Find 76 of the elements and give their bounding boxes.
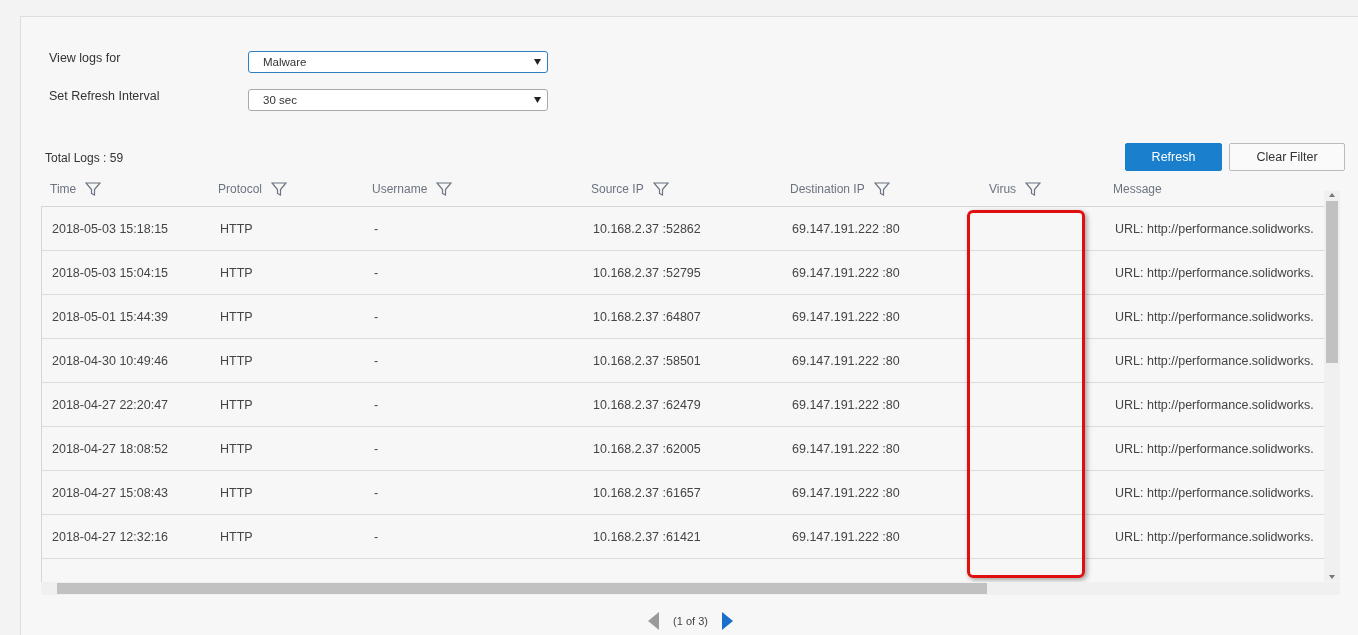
previous-page-icon[interactable] — [648, 612, 660, 630]
table-cell: 2018-05-01 15:44:39 — [52, 309, 169, 324]
table-cell: 10.168.2.37 :58501 — [593, 353, 701, 368]
table-cell: HTTP — [220, 529, 253, 544]
table-cell: 2018-04-27 18:08:52 — [52, 441, 169, 456]
horizontal-scrollbar[interactable] — [41, 582, 1340, 595]
table-cell: HTTP — [220, 441, 253, 456]
table-cell: 69.147.191.222 :80 — [792, 353, 900, 368]
table-cell: HTTP — [220, 485, 253, 500]
table-cell: HTTP — [220, 309, 253, 324]
table-cell: 69.147.191.222 :80 — [792, 265, 900, 280]
table-cell: URL: http://performance.solidworks. — [1115, 441, 1314, 456]
table-cell: URL: http://performance.solidworks. — [1115, 353, 1314, 368]
filter-icon[interactable] — [873, 180, 890, 197]
table-cell: 69.147.191.222 :80 — [792, 441, 900, 456]
clear-filter-button[interactable]: Clear Filter — [1229, 143, 1345, 171]
caret-icon — [534, 59, 541, 65]
table-cell: URL: http://performance.solidworks. — [1115, 485, 1314, 500]
table-cell: 69.147.191.222 :80 — [792, 529, 900, 544]
table-cell: URL: http://performance.solidworks. — [1115, 397, 1314, 412]
refresh-button[interactable]: Refresh — [1125, 143, 1222, 171]
filter-icon[interactable] — [271, 180, 288, 197]
table-cell: 10.168.2.37 :62479 — [593, 397, 701, 412]
table-cell: HTTP — [220, 397, 253, 412]
table-cell: - — [374, 529, 379, 544]
table-cell: 2018-04-27 15:08:43 — [52, 485, 169, 500]
dropdown[interactable]: Malware — [248, 51, 548, 73]
filter-icon[interactable] — [652, 180, 669, 197]
vertical-scrollbar[interactable] — [1324, 191, 1340, 581]
column-header[interactable]: Message — [1113, 181, 1162, 196]
dropdown[interactable]: 30 sec — [248, 89, 548, 111]
table-cell: URL: http://performance.solidworks. — [1115, 529, 1314, 544]
table-cell: - — [374, 309, 379, 324]
table-cell: 69.147.191.222 :80 — [792, 221, 900, 236]
filter-icon[interactable] — [436, 180, 453, 197]
table-cell: - — [374, 485, 379, 500]
table-cell: 2018-04-30 10:49:46 — [52, 353, 169, 368]
table-cell: 10.168.2.37 :52862 — [593, 221, 701, 236]
column-header[interactable]: Destination IP — [790, 181, 865, 196]
table-cell: HTTP — [220, 221, 253, 236]
table-cell: 10.168.2.37 :52795 — [593, 265, 701, 280]
column-header[interactable]: Protocol — [218, 181, 263, 196]
table-cell: 10.168.2.37 :61421 — [593, 529, 701, 544]
table-cell: 2018-05-03 15:18:15 — [52, 221, 169, 236]
filter-icon[interactable] — [1025, 180, 1042, 197]
table-cell: 10.168.2.37 :64807 — [593, 309, 701, 324]
caret-icon — [534, 97, 541, 103]
next-page-icon[interactable] — [721, 612, 733, 630]
column-header[interactable]: Virus — [989, 181, 1017, 196]
table-cell: 2018-05-03 15:04:15 — [52, 265, 169, 280]
table-cell: 2018-04-27 22:20:47 — [52, 397, 169, 412]
table-cell: 69.147.191.222 :80 — [792, 309, 900, 324]
field-label: Set Refresh Interval — [49, 89, 161, 103]
table-cell: HTTP — [220, 265, 253, 280]
table-cell: - — [374, 353, 379, 368]
table-cell: URL: http://performance.solidworks. — [1115, 309, 1314, 324]
column-header[interactable]: Username — [372, 181, 428, 196]
table-cell: 69.147.191.222 :80 — [792, 485, 900, 500]
table-cell: 69.147.191.222 :80 — [792, 397, 900, 412]
total-logs-count: Total Logs : 59 — [45, 151, 124, 165]
table-cell: URL: http://performance.solidworks. — [1115, 221, 1314, 236]
table-cell: - — [374, 441, 379, 456]
table-cell: HTTP — [220, 353, 253, 368]
table-cell: 10.168.2.37 :61657 — [593, 485, 701, 500]
table-cell: - — [374, 397, 379, 412]
scroll-up-icon[interactable] — [1328, 191, 1336, 199]
filter-icon[interactable] — [85, 180, 102, 197]
page-indicator: (1 of 3) — [673, 615, 708, 627]
field-label: View logs for — [49, 51, 122, 65]
column-header[interactable]: Source IP — [591, 181, 644, 196]
table-cell: - — [374, 265, 379, 280]
table-cell: 2018-04-27 12:32:16 — [52, 529, 169, 544]
column-header[interactable]: Time — [50, 181, 77, 196]
table-cell: - — [374, 221, 379, 236]
table-cell: URL: http://performance.solidworks. — [1115, 265, 1314, 280]
table-cell: 10.168.2.37 :62005 — [593, 441, 701, 456]
